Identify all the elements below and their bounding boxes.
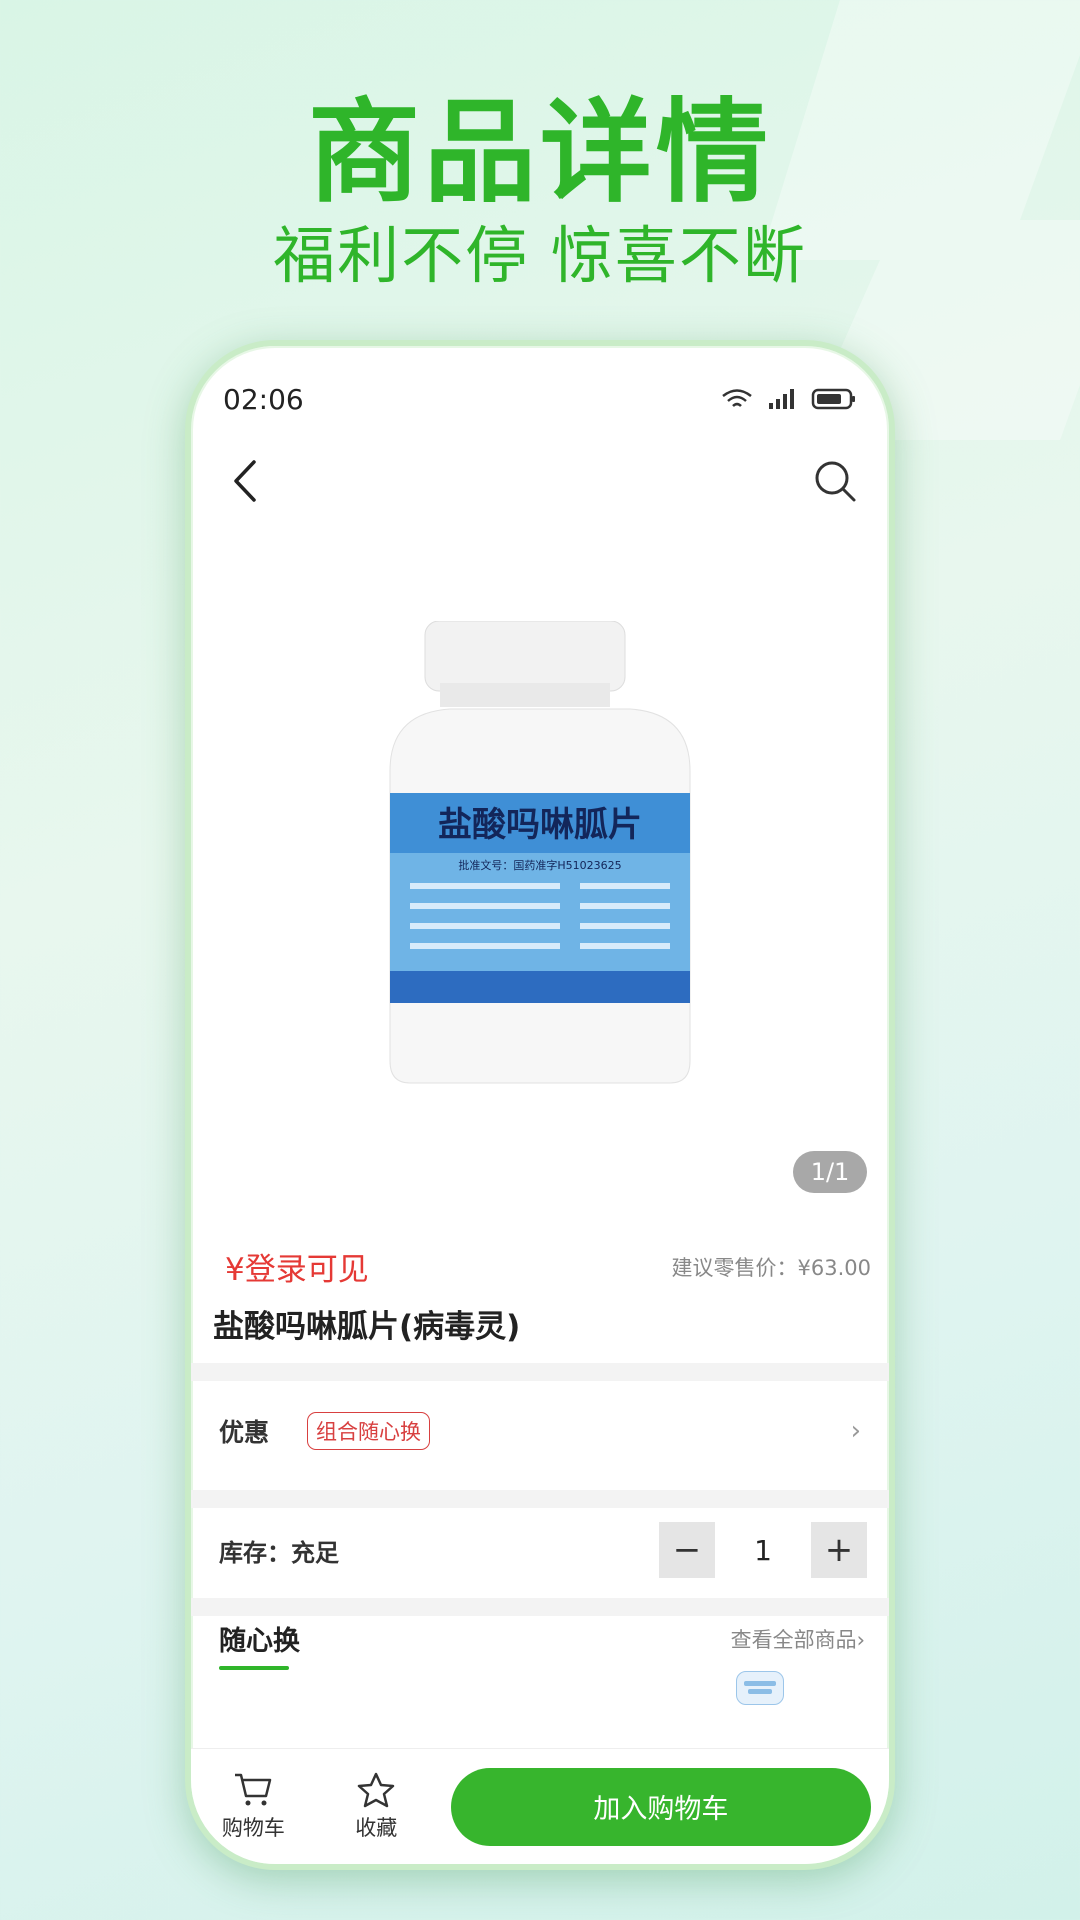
signal-icon	[769, 389, 794, 409]
bottle-label-approval: 批准文号：国药准字H51023625	[458, 858, 621, 872]
increase-button[interactable]: +	[811, 1522, 867, 1578]
status-time: 02:06	[223, 382, 304, 416]
quantity-stepper: − 1 +	[659, 1522, 867, 1578]
promo-label: 优惠	[219, 1418, 270, 1447]
status-bar: 02:06	[191, 374, 889, 424]
favorite-tab-label: 收藏	[355, 1815, 398, 1840]
top-navbar	[191, 441, 889, 521]
product-image[interactable]: 盐酸吗啉胍片 批准文号：国药准字H51023625	[191, 546, 889, 1166]
section-title-text: 随心换	[219, 1626, 300, 1657]
star-icon	[358, 1772, 395, 1807]
battery-icon	[811, 388, 855, 410]
promo-badge-icon	[736, 1671, 784, 1705]
phone-frame: 02:06 盐酸吗啉胍片 批准文号：国药准字H51023625 1/1 ¥登录可…	[185, 340, 895, 1870]
price-row: ¥登录可见 建议零售价：¥63.00	[225, 1244, 871, 1289]
divider	[191, 1490, 889, 1508]
stock-label: 库存：充足	[219, 1538, 339, 1567]
favorite-tab[interactable]: 收藏	[328, 1772, 425, 1842]
banner-subline: 福利不停 惊喜不断	[273, 219, 807, 292]
back-button[interactable]	[215, 451, 275, 511]
search-icon	[815, 461, 856, 502]
promo-row[interactable]: 优惠 组合随心换 ›	[191, 1381, 889, 1481]
status-icons	[721, 387, 857, 411]
section-title-underline	[219, 1666, 289, 1670]
image-pager: 1/1	[793, 1151, 867, 1193]
quantity-value[interactable]: 1	[715, 1534, 811, 1567]
back-arrow-icon	[234, 460, 256, 502]
stock-row: 库存：充足 − 1 +	[191, 1508, 889, 1592]
divider	[191, 1598, 889, 1616]
wifi-icon	[722, 389, 752, 407]
search-button[interactable]	[805, 451, 865, 511]
bottom-action-bar: 购物车 收藏 加入购物车	[191, 1748, 889, 1864]
shopping-cart-icon	[235, 1773, 272, 1805]
chevron-right-icon: ›	[850, 1416, 861, 1446]
price-login-visible[interactable]: ¥登录可见	[225, 1244, 369, 1289]
divider	[191, 1363, 889, 1381]
bottle-label-name: 盐酸吗啉胍片	[438, 805, 642, 845]
product-title: 盐酸吗啉胍片(病毒灵)	[213, 1309, 521, 1345]
suggested-retail-price: 建议零售价：¥63.00	[671, 1255, 871, 1280]
promo-tag: 组合随心换	[307, 1412, 431, 1450]
view-all-products-link[interactable]: 查看全部商品›	[731, 1624, 865, 1654]
add-to-cart-button[interactable]: 加入购物车	[450, 1767, 871, 1846]
banner-headline: 商品详情	[308, 88, 772, 218]
medicine-bottle-image: 盐酸吗啉胍片 批准文号：国药准字H51023625	[389, 621, 691, 1084]
section-title[interactable]: 随心换	[219, 1619, 300, 1670]
section-header: 随心换 查看全部商品›	[219, 1619, 865, 1670]
cart-tab-label: 购物车	[221, 1815, 285, 1840]
decrease-button[interactable]: −	[659, 1522, 715, 1578]
cart-tab[interactable]: 购物车	[205, 1772, 302, 1842]
